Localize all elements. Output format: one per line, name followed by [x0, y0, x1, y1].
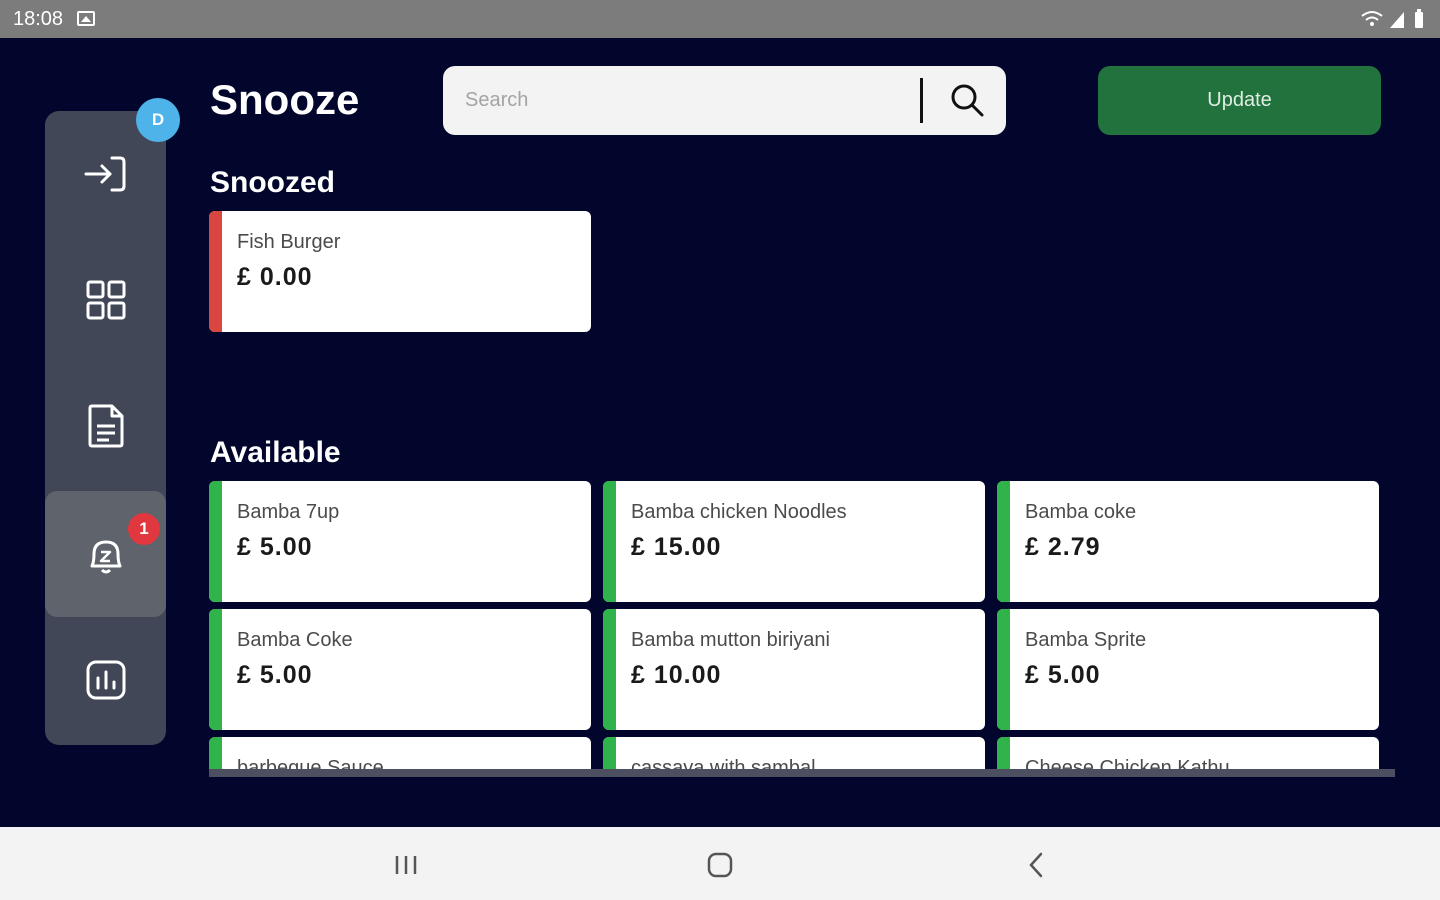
system-navigation-bar [0, 827, 1440, 900]
available-stripe [603, 481, 616, 602]
item-name: barbeque Sauce [237, 757, 384, 769]
available-item-card[interactable]: cassava with sambal [603, 737, 985, 769]
search-box [443, 66, 1006, 135]
home-icon[interactable] [700, 847, 740, 883]
available-item-card[interactable]: Bamba Coke £ 5.00 [209, 609, 591, 730]
back-icon[interactable] [1016, 847, 1056, 883]
snoozed-item-card[interactable]: Fish Burger £ 0.00 [209, 211, 591, 332]
item-price: £ 15.00 [631, 533, 722, 561]
available-section-title: Available [210, 436, 341, 469]
grid-icon [86, 280, 125, 320]
item-name: Bamba Sprite [1025, 629, 1147, 651]
sidebar-item-orders[interactable] [45, 363, 166, 489]
document-icon [88, 404, 123, 448]
available-stripe [209, 737, 222, 769]
item-price: £ 5.00 [1025, 661, 1101, 689]
available-stripe [997, 737, 1010, 769]
item-name: cassava with sambal [631, 757, 816, 769]
item-price: £ 5.00 [237, 533, 313, 561]
chart-icon [86, 660, 125, 700]
status-time: 18:08 [13, 8, 64, 30]
available-items-grid: Bamba 7up £ 5.00 Bamba chicken Noodles £… [209, 481, 1395, 769]
item-name: Bamba Coke [237, 629, 353, 651]
item-name: Fish Burger [237, 231, 341, 253]
available-item-card[interactable]: Cheese Chicken Kathu [997, 737, 1379, 769]
sidebar-item-reports[interactable] [45, 617, 166, 743]
snooze-count-badge: 1 [128, 513, 160, 545]
update-button[interactable]: Update [1098, 66, 1381, 135]
available-item-card[interactable]: Bamba chicken Noodles £ 15.00 [603, 481, 985, 602]
available-item-card[interactable]: Bamba Sprite £ 5.00 [997, 609, 1379, 730]
item-name: Bamba chicken Noodles [631, 501, 847, 523]
snoozed-section-title: Snoozed [210, 166, 335, 199]
available-item-card[interactable]: Bamba mutton biriyani £ 10.00 [603, 609, 985, 730]
available-item-card[interactable]: barbeque Sauce [209, 737, 591, 769]
available-stripe [603, 609, 616, 730]
available-stripe [997, 609, 1010, 730]
item-name: Bamba mutton biriyani [631, 629, 830, 651]
system-status-icons [1361, 9, 1423, 28]
available-stripe [603, 737, 616, 769]
item-name: Cheese Chicken Kathu [1025, 757, 1230, 769]
recent-apps-icon[interactable] [386, 847, 426, 883]
image-notification-icon [77, 11, 95, 26]
login-icon [84, 156, 125, 192]
sidebar-item-menu[interactable] [45, 237, 166, 363]
available-item-card[interactable]: Bamba coke £ 2.79 [997, 481, 1379, 602]
horizontal-scrollbar[interactable] [209, 769, 1395, 777]
search-input[interactable] [465, 80, 905, 120]
item-price: £ 10.00 [631, 661, 722, 689]
sidebar-item-snooze[interactable]: 1 [45, 491, 166, 617]
snooze-bell-icon [90, 540, 121, 574]
available-stripe [209, 609, 222, 730]
main-area: 1 D Snooze Update Snoozed Fish Burger £ … [0, 38, 1440, 827]
search-icon[interactable] [947, 80, 987, 120]
available-stripe [997, 481, 1010, 602]
item-price: £ 2.79 [1025, 533, 1101, 561]
search-divider [920, 78, 923, 123]
item-name: Bamba coke [1025, 501, 1137, 523]
available-stripe [209, 481, 222, 602]
item-price: £ 5.00 [237, 661, 313, 689]
item-name: Bamba 7up [237, 501, 340, 523]
snoozed-stripe [209, 211, 222, 332]
status-bar: 18:08 [0, 0, 1440, 38]
sidebar: 1 [45, 111, 166, 745]
item-price: £ 0.00 [237, 263, 313, 291]
available-item-card[interactable]: Bamba 7up £ 5.00 [209, 481, 591, 602]
page-title: Snooze [210, 76, 360, 123]
user-avatar-badge[interactable]: D [136, 98, 180, 142]
